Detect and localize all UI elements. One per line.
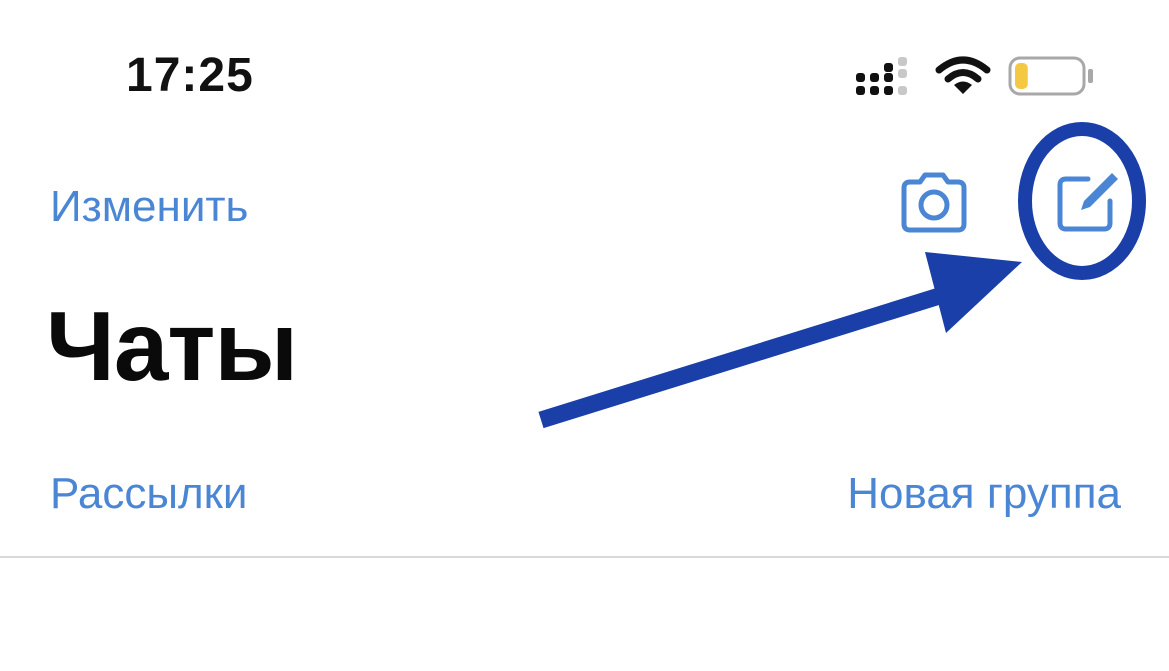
page-title: Чаты bbox=[46, 291, 298, 401]
edit-button[interactable]: Изменить bbox=[50, 183, 248, 231]
annotation-arrow-shaft bbox=[538, 279, 968, 429]
broadcast-lists-button[interactable]: Рассылки bbox=[50, 470, 247, 518]
compose-icon[interactable] bbox=[1048, 165, 1124, 241]
annotation-arrow-head bbox=[925, 252, 1022, 333]
camera-icon[interactable] bbox=[896, 170, 972, 234]
chats-screen: 17:25 Изменить Чаты Рассылки Новая групп bbox=[0, 0, 1169, 671]
new-group-button[interactable]: Новая группа bbox=[847, 470, 1121, 518]
battery-low-icon bbox=[1008, 56, 1093, 96]
divider bbox=[0, 556, 1169, 558]
status-time: 17:25 bbox=[126, 49, 254, 102]
wifi-icon bbox=[935, 56, 991, 94]
cellular-signal-icon bbox=[856, 57, 907, 95]
